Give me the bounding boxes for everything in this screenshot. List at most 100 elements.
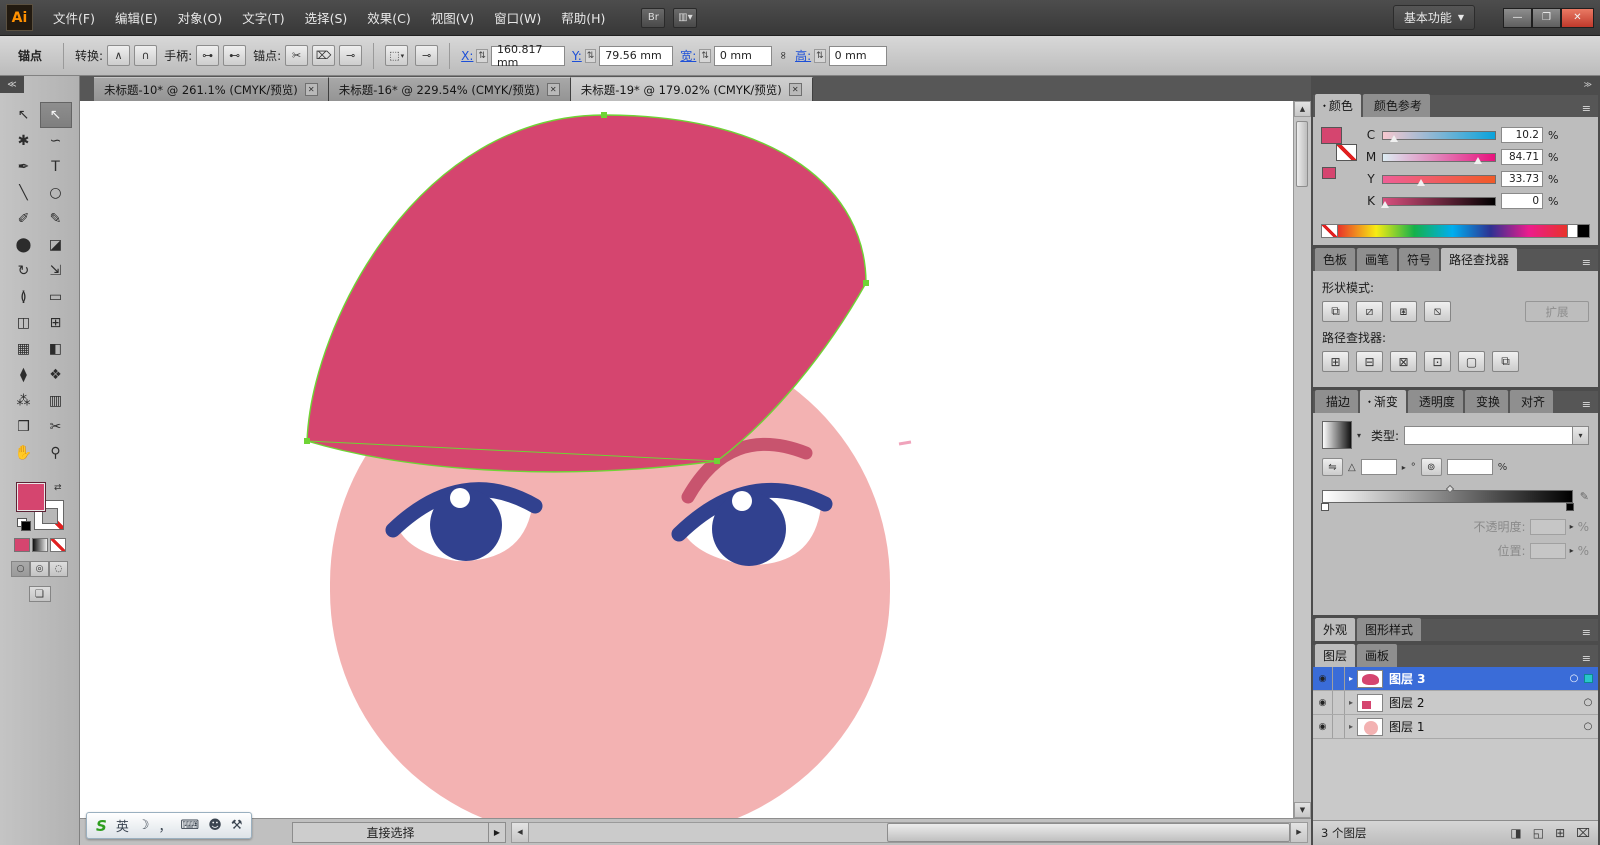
close-tab-icon[interactable]: ✕ bbox=[788, 83, 802, 96]
channel-slider[interactable] bbox=[1382, 174, 1496, 186]
scroll-up-icon[interactable]: ▲ bbox=[1294, 101, 1311, 117]
default-fill-stroke-icon[interactable] bbox=[16, 518, 31, 531]
minus-back-button[interactable]: ⧉ bbox=[1492, 351, 1519, 372]
moon-icon[interactable]: ☽ bbox=[138, 818, 150, 833]
stepper-icon[interactable]: ⇅ bbox=[584, 48, 597, 63]
gradient-midpoint-icon[interactable] bbox=[1446, 484, 1455, 494]
exclude-button[interactable]: ⧅ bbox=[1424, 301, 1451, 322]
layer-name[interactable]: 图层 2 bbox=[1389, 694, 1578, 711]
punct-icon[interactable]: ， bbox=[158, 816, 171, 835]
eyedropper-tool[interactable]: ⧫ bbox=[8, 362, 40, 388]
selection-tool[interactable]: ↖ bbox=[8, 102, 40, 128]
angle-input[interactable] bbox=[1360, 459, 1397, 475]
isolate-selection-button[interactable]: ⊸ bbox=[415, 45, 439, 66]
gradient-preview-swatch[interactable] bbox=[1322, 421, 1352, 449]
status-menu-arrow-icon[interactable]: ▶ bbox=[488, 823, 505, 842]
new-sublayer-button[interactable]: ◱ bbox=[1533, 826, 1544, 840]
none-fill-button[interactable] bbox=[49, 538, 66, 552]
layer-row-1[interactable]: ◉ ▸ 图层 1 ○ bbox=[1313, 715, 1598, 739]
black-chip[interactable] bbox=[1578, 224, 1590, 238]
tab-swatches[interactable]: 色板 bbox=[1315, 248, 1356, 271]
layer-name[interactable]: 图层 1 bbox=[1389, 718, 1578, 735]
trim-button[interactable]: ⊟ bbox=[1356, 351, 1383, 372]
horizontal-scroll-thumb[interactable] bbox=[886, 823, 1290, 842]
delete-layer-button[interactable]: ⌧ bbox=[1576, 826, 1590, 840]
make-clipping-mask-button[interactable]: ◨ bbox=[1510, 826, 1521, 840]
expand-arrow-icon[interactable]: ▸ bbox=[1345, 698, 1357, 707]
channel-value-input[interactable]: 33.73 bbox=[1501, 171, 1543, 187]
chevron-right-icon[interactable]: ▸ bbox=[1402, 463, 1406, 472]
new-layer-button[interactable]: ⊞ bbox=[1555, 826, 1565, 840]
constrain-proportions-icon[interactable]: ∞ bbox=[777, 51, 790, 60]
layer-row-2[interactable]: ◉ ▸ 图层 2 ○ bbox=[1313, 691, 1598, 715]
keyboard-icon[interactable]: ⌨ bbox=[181, 818, 200, 833]
slider-thumb-icon[interactable] bbox=[1381, 200, 1390, 208]
lasso-tool[interactable]: ∽ bbox=[40, 128, 72, 154]
pen-tool[interactable]: ✒ bbox=[8, 154, 40, 180]
outline-button[interactable]: ▢ bbox=[1458, 351, 1485, 372]
slice-tool[interactable]: ✂ bbox=[40, 414, 72, 440]
vertical-scroll-thumb[interactable] bbox=[1296, 121, 1308, 187]
intersect-button[interactable]: ⧆ bbox=[1390, 301, 1417, 322]
artboard-canvas[interactable] bbox=[80, 101, 1293, 818]
tab-transparency[interactable]: 透明度 bbox=[1407, 390, 1463, 413]
menu-object[interactable]: 对象(O) bbox=[168, 0, 233, 36]
merge-button[interactable]: ⊠ bbox=[1390, 351, 1417, 372]
eraser-tool[interactable]: ◪ bbox=[40, 232, 72, 258]
tab-graphic-styles[interactable]: 图形样式 bbox=[1357, 618, 1422, 641]
screen-mode-button[interactable]: ❏ bbox=[28, 586, 51, 602]
divide-button[interactable]: ⊞ bbox=[1322, 351, 1349, 372]
collapse-tools-icon[interactable]: ≪ bbox=[0, 76, 24, 93]
channel-value-input[interactable]: 0 bbox=[1501, 193, 1543, 209]
menu-type[interactable]: 文字(T) bbox=[232, 0, 294, 36]
height-label[interactable]: 高: bbox=[795, 47, 811, 64]
symbol-sprayer-tool[interactable]: ⁂ bbox=[8, 388, 40, 414]
convert-to-smooth-button[interactable]: ∩ bbox=[134, 45, 158, 66]
crop-button[interactable]: ⊡ bbox=[1424, 351, 1451, 372]
slider-thumb-icon[interactable] bbox=[1474, 156, 1483, 164]
horizontal-scroll-track[interactable] bbox=[529, 822, 1290, 843]
target-circle-icon[interactable]: ○ bbox=[1578, 697, 1598, 708]
width-input[interactable]: 0 mm bbox=[713, 45, 772, 66]
horizontal-scrollbar[interactable]: ◀ ▶ bbox=[511, 822, 1308, 843]
panel-menu-icon[interactable]: ≡ bbox=[1577, 254, 1596, 271]
stepper-icon[interactable]: ⇅ bbox=[476, 48, 488, 63]
tab-align[interactable]: 对齐 bbox=[1509, 390, 1553, 413]
menu-file[interactable]: 文件(F) bbox=[43, 0, 105, 36]
minimize-button[interactable]: — bbox=[1503, 7, 1532, 28]
menu-select[interactable]: 选择(S) bbox=[295, 0, 358, 36]
ellipse-tool[interactable]: ○ bbox=[40, 180, 72, 206]
scroll-left-icon[interactable]: ◀ bbox=[511, 822, 529, 843]
close-button[interactable]: ✕ bbox=[1561, 7, 1594, 28]
gradient-annotator-icon[interactable]: ✎ bbox=[1580, 490, 1589, 503]
menu-effect[interactable]: 效果(C) bbox=[357, 0, 420, 36]
stepper-icon[interactable]: ⇅ bbox=[699, 48, 711, 63]
panel-menu-icon[interactable]: ≡ bbox=[1577, 624, 1596, 641]
mesh-tool[interactable]: ▦ bbox=[8, 336, 40, 362]
width-tool[interactable]: ≬ bbox=[8, 284, 40, 310]
pencil-tool[interactable]: ✎ bbox=[40, 206, 72, 232]
sogou-logo[interactable]: S bbox=[96, 817, 107, 835]
draw-behind-button[interactable]: ◎ bbox=[30, 561, 49, 577]
color-spectrum-bar[interactable] bbox=[1338, 224, 1568, 238]
gradient-stop-black[interactable] bbox=[1565, 503, 1574, 511]
select-similar-button[interactable]: ⬚ ▾ bbox=[385, 45, 409, 66]
opacity-input[interactable] bbox=[1529, 518, 1566, 535]
delete-anchor-button[interactable]: ⌦ bbox=[312, 45, 336, 66]
arrange-documents-icon[interactable]: ▥ ▾ bbox=[673, 7, 698, 28]
layer-name[interactable]: 图层 3 bbox=[1389, 670, 1564, 687]
visibility-eye-icon[interactable]: ◉ bbox=[1313, 667, 1333, 690]
visibility-eye-icon[interactable]: ◉ bbox=[1313, 691, 1333, 714]
white-chip[interactable] bbox=[1568, 224, 1578, 238]
channel-slider[interactable] bbox=[1381, 196, 1496, 208]
lock-column[interactable] bbox=[1333, 667, 1345, 690]
slider-thumb-icon[interactable] bbox=[1417, 178, 1426, 186]
fill-swatch[interactable] bbox=[1321, 127, 1342, 144]
scroll-down-icon[interactable]: ▼ bbox=[1294, 802, 1311, 818]
y-input[interactable]: 79.56 mm bbox=[599, 45, 674, 66]
gradient-tool[interactable]: ◧ bbox=[40, 336, 72, 362]
x-label[interactable]: X: bbox=[461, 49, 473, 63]
draw-normal-button[interactable]: ○ bbox=[11, 561, 30, 577]
scroll-right-icon[interactable]: ▶ bbox=[1290, 822, 1308, 843]
expand-button[interactable]: 扩展 bbox=[1525, 301, 1589, 322]
